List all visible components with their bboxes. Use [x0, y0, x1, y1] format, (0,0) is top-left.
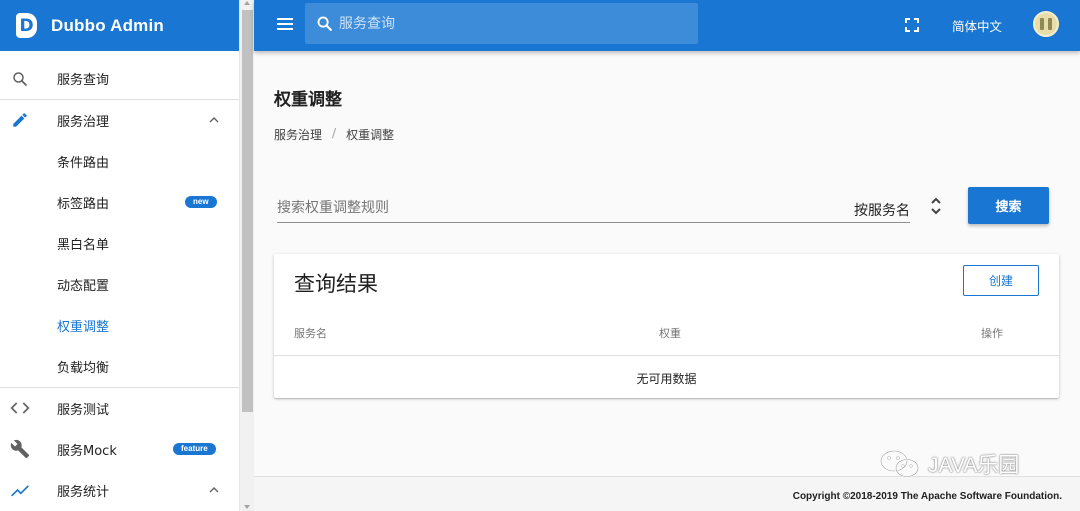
sidebar-item-weight-adjust[interactable]: 权重调整	[0, 305, 239, 345]
dubbo-logo-icon: D	[16, 13, 37, 38]
sidebar-item-label: 服务治理	[57, 114, 110, 130]
sidebar-item-label: 服务测试	[57, 402, 110, 418]
pencil-icon	[10, 110, 30, 130]
search-icon	[316, 15, 333, 32]
chevron-up-icon	[206, 482, 222, 498]
sidebar-item-label: 权重调整	[57, 319, 110, 335]
sidebar-item-label: 动态配置	[57, 278, 110, 294]
sidebar-item-service-governance[interactable]: 服务治理	[0, 100, 239, 140]
sidebar-item-service-search[interactable]: 服务查询	[0, 58, 239, 99]
chevron-up-icon	[206, 112, 222, 128]
language-switch[interactable]: 简体中文	[952, 16, 1002, 35]
sidebar-item-label: 黑白名单	[57, 237, 110, 253]
column-header-weight[interactable]: 权重	[659, 325, 681, 341]
unfold-more-icon[interactable]	[928, 195, 944, 217]
column-header-operation: 操作	[981, 327, 1003, 340]
sidebar-item-label: 条件路由	[57, 155, 110, 171]
watermark: JAVA乐园	[878, 448, 1019, 480]
footer: Copyright ©2018-2019 The Apache Software…	[254, 476, 1080, 511]
sidebar-item-blackwhite-list[interactable]: 黑白名单	[0, 223, 239, 263]
sidebar-item-service-mock[interactable]: 服务Mock feature	[0, 429, 239, 469]
sidebar: D Dubbo Admin 服务查询 服务治理 条件路由 标签路由 new 黑白…	[0, 0, 239, 511]
sidebar-item-load-balance[interactable]: 负载均衡	[0, 346, 239, 386]
app-title: Dubbo Admin	[51, 15, 164, 35]
breadcrumb-item: 权重调整	[346, 128, 395, 142]
empty-data-message: 无可用数据	[636, 372, 697, 386]
copyright-prefix: Copyright ©2018-2019	[792, 491, 901, 502]
results-card: 查询结果 创建 服务名 权重 操作 无可用数据	[274, 254, 1059, 398]
sidebar-item-condition-route[interactable]: 条件路由	[0, 141, 239, 181]
column-header-service-name[interactable]: 服务名	[294, 325, 327, 341]
top-app-bar: 简体中文	[254, 0, 1080, 51]
rule-search-input[interactable]	[277, 195, 837, 221]
sidebar-item-tag-route[interactable]: 标签路由 new	[0, 182, 239, 222]
new-badge: new	[185, 196, 217, 208]
user-avatar[interactable]	[1033, 11, 1059, 37]
sidebar-item-label: 服务查询	[57, 73, 110, 88]
search-icon	[10, 69, 30, 89]
rule-search-field[interactable]	[277, 195, 910, 223]
fullscreen-icon[interactable]	[905, 17, 919, 32]
sidebar-item-label: 服务Mock	[57, 443, 117, 459]
breadcrumb-separator: /	[332, 126, 337, 140]
sidebar-item-dynamic-config[interactable]: 动态配置	[0, 264, 239, 304]
breadcrumb-item[interactable]: 服务治理	[274, 126, 322, 143]
copyright-text: Copyright ©2018-2019 The Apache Software…	[793, 491, 1062, 502]
trend-icon	[10, 480, 30, 500]
sidebar-item-service-test[interactable]: 服务测试	[0, 388, 239, 428]
sidebar-item-service-stats[interactable]: 服务统计	[0, 470, 239, 510]
copyright-org: The Apache Software Foundation.	[900, 491, 1062, 502]
feature-badge: feature	[173, 443, 216, 455]
breadcrumb: 服务治理 / 权重调整	[274, 126, 394, 143]
wrench-icon	[10, 439, 30, 459]
scroll-down-arrow-icon[interactable]	[244, 505, 250, 509]
scroll-up-arrow-icon[interactable]	[244, 1, 250, 5]
code-icon	[10, 398, 30, 418]
watermark-text: JAVA乐园	[928, 454, 1020, 477]
global-search-box[interactable]	[305, 3, 698, 44]
hamburger-menu-icon[interactable]	[276, 15, 294, 33]
scrollbar-thumb[interactable]	[242, 10, 253, 412]
search-button[interactable]: 搜索	[968, 187, 1049, 224]
wechat-icon	[878, 448, 922, 480]
sidebar-item-label: 标签路由	[57, 196, 110, 212]
brand-header[interactable]: D Dubbo Admin	[0, 0, 239, 51]
sidebar-item-label: 负载均衡	[57, 360, 110, 376]
sidebar-scrollbar[interactable]	[239, 0, 254, 511]
sidebar-item-label: 服务统计	[57, 484, 110, 500]
page-title: 权重调整	[274, 90, 342, 110]
results-title: 查询结果	[294, 272, 378, 296]
table-header-divider	[274, 355, 1059, 356]
create-button[interactable]: 创建	[963, 265, 1039, 296]
filter-by-select[interactable]: 按服务名	[854, 200, 910, 220]
global-search-input[interactable]	[339, 3, 689, 44]
